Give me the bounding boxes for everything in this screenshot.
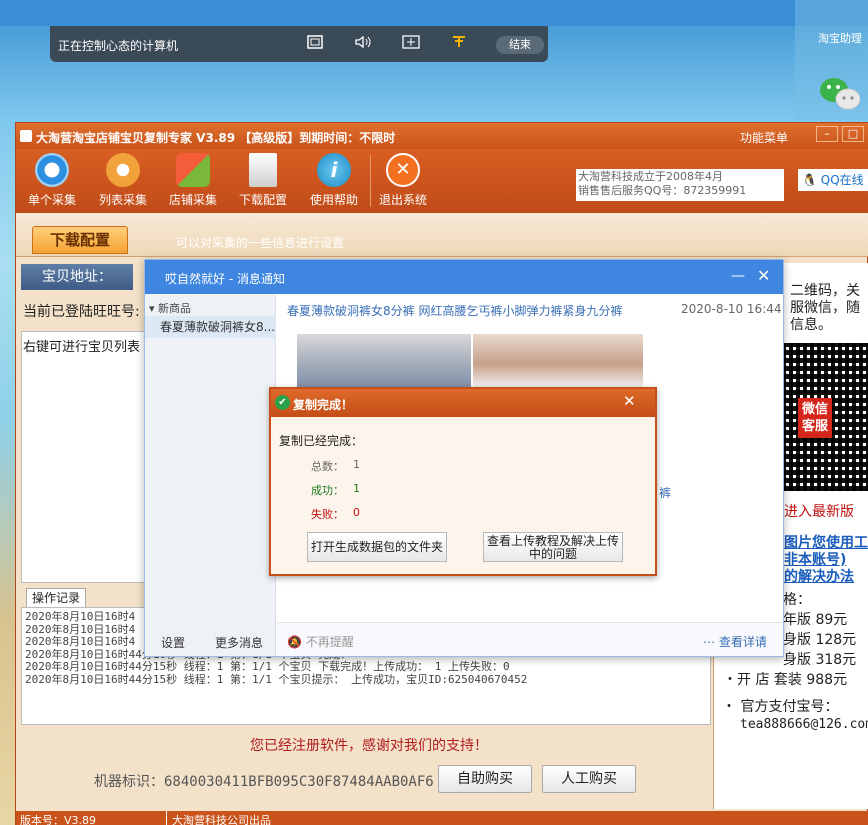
list-hint: 右键可进行宝贝列表 <box>23 340 141 355</box>
manual-buy-button[interactable]: 人工购买 <box>542 765 636 793</box>
registration-thanks: 您已经注册软件，感谢对我们的支持！ <box>250 738 488 754</box>
fail-count: 失败： 0 <box>311 506 360 521</box>
single-collect-button[interactable]: 单个采集 <box>22 153 82 211</box>
list-collect-button[interactable]: 列表采集 <box>93 153 153 211</box>
no-remind-button[interactable]: 🔕 不再提醒 <box>287 633 354 650</box>
help-button[interactable]: i 使用帮助 <box>304 153 364 211</box>
item-list[interactable]: 右键可进行宝贝列表 <box>21 331 146 583</box>
version-label: 版本号：V3.89 <box>20 814 97 825</box>
fullscreen-icon[interactable] <box>304 34 326 54</box>
bell-off-icon: 🔕 <box>287 635 302 649</box>
wechat-service-badge: 微信客服 <box>798 398 832 438</box>
copy-done-label: 复制已经完成： <box>279 434 364 448</box>
volume-icon[interactable] <box>352 34 374 54</box>
item-url-label: 宝贝地址： <box>21 264 133 290</box>
message-footer: 🔕 不再提醒 ⋯ 查看详请 <box>277 622 783 656</box>
info-text: 二维码，关 服微信，随 信息。 <box>790 283 860 333</box>
login-account-label: 当前已登陆旺旺号: <box>23 304 140 320</box>
list-collect-icon <box>106 153 140 187</box>
taskbar-top <box>0 0 868 26</box>
remote-title: 正在控制心态的计算机 <box>58 39 179 53</box>
close-icon[interactable]: ✕ <box>623 392 636 410</box>
minimize-icon[interactable]: – <box>816 126 838 142</box>
window-icon[interactable] <box>400 34 422 54</box>
function-menu[interactable]: 功能菜单 <box>740 129 788 146</box>
shop-collect-button[interactable]: 店铺采集 <box>163 153 223 211</box>
app-title: 大淘营淘宝店铺宝贝复制专家 V3.89 【高级版】到期时间：不限时 <box>36 131 396 145</box>
wechat-icon[interactable] <box>818 74 861 114</box>
latest-version-link[interactable]: 进入最新版 <box>784 501 854 521</box>
minimize-icon[interactable]: — <box>731 268 745 284</box>
view-tutorial-button[interactable]: 查看上传教程及解决上传中的问题 <box>483 532 623 562</box>
price-list: 格： 年版 89元 身版 128元 身版 318元 ・开 店 套装 988元 <box>723 592 857 688</box>
copy-complete-dialog: ✔ 复制完成！ ✕ 复制已经完成： 总数： 1 成功： 1 失败： 0 打开生成数据包… <box>269 387 657 576</box>
shop-collect-icon <box>176 153 210 187</box>
status-divider <box>166 811 167 825</box>
toolbar-divider <box>370 155 371 207</box>
message-sidebar: ▾ 新商品 春夏薄款破洞裤女8... 设置 更多消息 <box>145 294 276 656</box>
single-collect-icon <box>35 153 69 187</box>
self-buy-button[interactable]: 自助购买 <box>438 765 532 793</box>
product-image[interactable] <box>473 334 643 388</box>
view-detail-button[interactable]: ⋯ 查看详请 <box>703 633 767 650</box>
product-link-fragment[interactable]: 裤 <box>659 484 671 501</box>
total-count: 总数： 1 <box>311 458 360 473</box>
maximize-icon[interactable]: □ <box>842 126 864 142</box>
success-count: 成功： 1 <box>311 482 360 497</box>
message-title: 哎自然就好 - 消息通知 <box>165 272 285 286</box>
download-config-button[interactable]: 下载配置 <box>233 153 293 211</box>
message-list-item[interactable]: 春夏薄款破洞裤女8... <box>145 316 276 338</box>
tab-download-config[interactable]: 下载配置 <box>32 226 128 254</box>
more-icon: ⋯ <box>703 635 715 649</box>
check-icon: ✔ <box>275 395 290 410</box>
end-button[interactable]: 结束 <box>496 36 544 54</box>
help-icon: i <box>317 153 351 187</box>
product-image[interactable] <box>297 334 471 388</box>
settings-button[interactable]: 设置 <box>161 634 185 651</box>
app-logo-icon <box>20 130 32 142</box>
company-info: 大淘营科技成立于2008年4月 销售售后服务QQ号：872359991 <box>576 169 784 201</box>
qq-online-button[interactable]: 🐧 QQ在线 <box>798 169 868 191</box>
status-bar: 版本号：V3.89 大淘营科技公司出品 <box>16 811 868 825</box>
tab-hint: 可以对采集的一些信息进行设置 <box>176 236 345 250</box>
toolbar: 单个采集 列表采集 店铺采集 下载配置 i 使用帮助 ✕ 退出系统 大淘营科技成… <box>16 149 868 213</box>
company-label: 大淘营科技公司出品 <box>172 814 271 825</box>
log-line: 2020年8月10日16时44分15秒 线程：1 第：1/1 个宝贝提示： 上传… <box>25 672 528 686</box>
exit-button[interactable]: ✕ 退出系统 <box>373 153 433 211</box>
message-titlebar: 哎自然就好 - 消息通知 — ✕ <box>145 260 783 294</box>
exit-icon: ✕ <box>386 153 420 187</box>
machine-id: 机器标识：6840030411BFB095C30F87484AAB0AF6 <box>94 774 434 790</box>
desktop-shortcut-label[interactable]: 淘宝助理 <box>818 30 862 46</box>
help-links[interactable]: 图片您使用工 非本账号) 的解决办法 <box>784 535 868 586</box>
dialog-title: 复制完成！ <box>293 398 354 412</box>
download-config-icon <box>249 153 277 187</box>
pin-icon[interactable] <box>448 34 470 54</box>
message-time: 2020-8-10 16:44 <box>681 302 782 316</box>
app-titlebar: 大淘营淘宝店铺宝贝复制专家 V3.89 【高级版】到期时间：不限时 功能菜单 –… <box>16 123 868 149</box>
group-new-products[interactable]: ▾ 新商品 <box>149 300 191 316</box>
open-folder-button[interactable]: 打开生成数据包的文件夹 <box>307 532 447 562</box>
more-messages-button[interactable]: 更多消息 <box>215 634 263 651</box>
log-line: 2020年8月10日16时44分15秒 线程：1 第：1/1 个宝贝 下载完成！… <box>25 660 510 673</box>
dialog-titlebar: ✔ 复制完成！ ✕ <box>271 389 655 417</box>
payment-info: ・ 官方支付宝号： tea888666@126.com <box>722 699 868 732</box>
close-icon[interactable]: ✕ <box>757 266 770 285</box>
remote-control-bar: 正在控制心态的计算机 结束 <box>50 26 548 62</box>
qq-icon: 🐧 <box>802 173 817 187</box>
tab-bar: 下载配置 可以对采集的一些信息进行设置 <box>16 213 868 257</box>
product-title-link[interactable]: 春夏薄款破洞裤女8分裤 网红高腰乞丐裤小脚弹力裤紧身九分裤 <box>287 302 622 319</box>
tab-operation-log[interactable]: 操作记录 <box>26 588 86 608</box>
